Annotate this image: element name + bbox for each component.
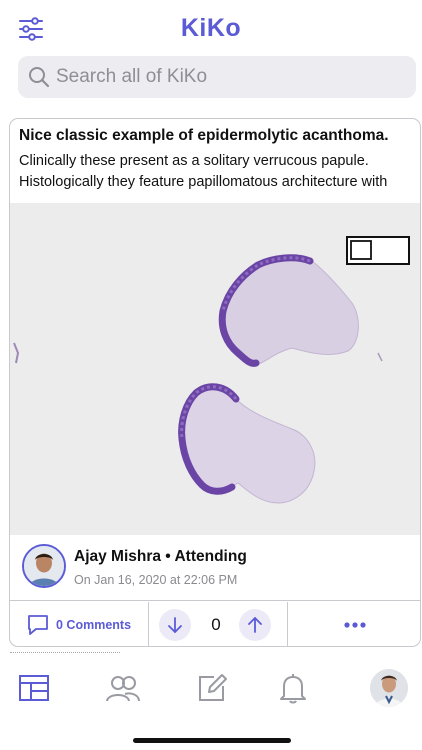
more-dots-icon — [344, 622, 366, 628]
post-body: Clinically these present as a solitary v… — [19, 153, 388, 190]
author-name[interactable]: Ajay Mishra • Attending — [74, 548, 247, 566]
author-avatar[interactable] — [22, 544, 66, 588]
compose-icon — [199, 674, 227, 701]
app-logo: KiKo — [180, 14, 242, 42]
post-title: Nice classic example of epidermolytic ac… — [19, 127, 389, 144]
top-bar: KiKo — [0, 0, 422, 56]
people-icon — [106, 676, 140, 702]
comment-icon — [28, 615, 48, 635]
downvote-button[interactable] — [159, 609, 191, 641]
minimap-icon[interactable] — [346, 236, 410, 265]
tab-people[interactable] — [103, 668, 143, 708]
slide-image[interactable] — [10, 203, 420, 535]
comments-label: 0 Comments — [56, 618, 132, 632]
comments-button[interactable]: 0 Comments — [10, 602, 149, 646]
post-actions: 0 Comments 0 — [10, 602, 420, 646]
profile-avatar — [370, 669, 408, 707]
post-date: On Jan 16, 2020 at 22:06 PM — [74, 573, 238, 587]
tab-notifications[interactable] — [273, 668, 313, 708]
home-indicator — [133, 738, 291, 743]
post-card[interactable]: Nice classic example of epidermolytic ac… — [9, 118, 421, 647]
vote-count: 0 — [211, 615, 221, 634]
more-button[interactable] — [288, 602, 420, 646]
vote-control: 0 — [149, 602, 288, 646]
tab-profile[interactable] — [369, 668, 409, 708]
tab-feed[interactable] — [14, 668, 54, 708]
author-row: Ajay Mishra • Attending On Jan 16, 2020 … — [10, 535, 420, 601]
tab-compose[interactable] — [192, 668, 232, 708]
arrow-down-icon — [168, 617, 182, 633]
bell-icon — [280, 674, 306, 704]
arrow-up-icon — [248, 617, 262, 633]
feed-icon — [19, 675, 49, 701]
search-bar[interactable] — [18, 56, 416, 98]
search-icon — [29, 67, 50, 88]
upvote-button[interactable] — [239, 609, 271, 641]
next-post-peek — [10, 652, 120, 658]
tab-bar — [0, 668, 422, 718]
search-input[interactable] — [56, 66, 386, 88]
